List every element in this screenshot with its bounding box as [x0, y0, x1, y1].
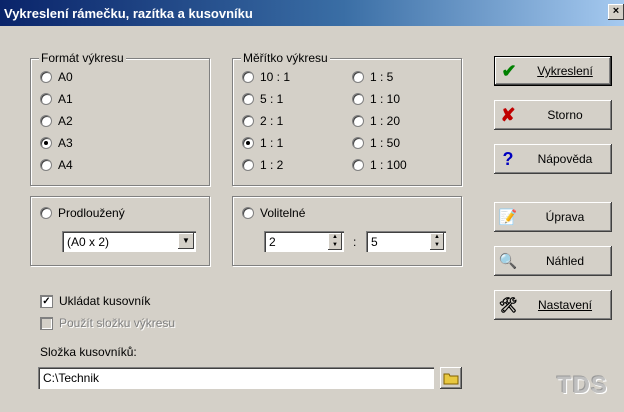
save-bom-checkbox[interactable]: ✓ Ukládat kusovník	[40, 294, 150, 308]
extended-combo[interactable]: (A0 x 2) ▼	[62, 231, 196, 252]
use-folder-checkbox: Použít složku výkresu	[40, 316, 175, 330]
scale-option-button[interactable]	[352, 137, 364, 149]
close-button[interactable]: ×	[608, 4, 624, 20]
scale-option-button[interactable]	[352, 71, 364, 83]
format-option[interactable]: A1	[40, 92, 73, 106]
edit-button[interactable]: 📝 Úprava	[494, 202, 612, 232]
cross-icon: ✘	[500, 104, 516, 125]
format-option-button[interactable]	[40, 159, 52, 171]
extended-radio-label: Prodloužený	[58, 206, 125, 220]
scale-option-button[interactable]	[352, 115, 364, 127]
help-button-label: Nápověda	[537, 152, 593, 166]
settings-button-label: Nastavení	[537, 298, 593, 312]
scale-option-label: 1 : 2	[260, 158, 284, 172]
help-button[interactable]: ? Nápověda	[494, 144, 612, 174]
scale-option-button[interactable]	[242, 93, 254, 105]
scale-option[interactable]: 1 : 10	[352, 92, 400, 106]
format-option-button[interactable]	[40, 93, 52, 105]
window-title: Vykreslení rámečku, razítka a kusovníku	[4, 6, 253, 21]
scale-option-button[interactable]	[352, 159, 364, 171]
use-folder-label: Použít složku výkresu	[59, 316, 176, 330]
scale-option[interactable]: 1 : 5	[352, 70, 393, 84]
format-option[interactable]: A2	[40, 114, 73, 128]
format-option-label: A3	[58, 136, 73, 150]
scale-option-label: 2 : 1	[260, 114, 284, 128]
extended-radio-button[interactable]	[40, 207, 52, 219]
extended-combo-value: (A0 x 2)	[67, 235, 110, 249]
folder-icon	[443, 373, 459, 384]
magnifier-icon: 🔍	[498, 253, 518, 270]
custom-value2-text: 5	[371, 235, 378, 249]
format-option-label: A0	[58, 70, 73, 84]
extended-radio[interactable]: Prodloužený	[40, 206, 125, 220]
scale-option[interactable]: 1 : 50	[352, 136, 400, 150]
scale-option[interactable]: 2 : 1	[242, 114, 283, 128]
scale-option-button[interactable]	[242, 115, 254, 127]
custom-radio-label: Volitelné	[260, 206, 306, 220]
settings-button[interactable]: 🛠 Nastavení	[494, 290, 612, 320]
scale-option-label: 1 : 5	[370, 70, 394, 84]
custom-value1-field[interactable]: 2 ▲ ▼	[264, 231, 344, 252]
custom-value1-text: 2	[269, 235, 276, 249]
scale-option[interactable]: 1 : 2	[242, 158, 283, 172]
scale-option[interactable]: 10 : 1	[242, 70, 290, 84]
format-option-button[interactable]	[40, 71, 52, 83]
edit-button-label: Úprava	[545, 210, 585, 224]
custom-value2-field[interactable]: 5 ▲ ▼	[366, 231, 446, 252]
scale-option-label: 5 : 1	[260, 92, 284, 106]
checkmark-icon: ✔	[501, 60, 517, 81]
browse-folder-button[interactable]	[440, 367, 462, 389]
format-option-label: A4	[58, 158, 73, 172]
format-option[interactable]: A3	[40, 136, 73, 150]
edit-icon: 📝	[498, 209, 518, 226]
format-option-button[interactable]	[40, 115, 52, 127]
format-option-label: A2	[58, 114, 73, 128]
title-bar[interactable]: Vykreslení rámečku, razítka a kusovníku …	[0, 0, 624, 26]
scale-option-label: 1 : 10	[370, 92, 401, 106]
format-option[interactable]: A0	[40, 70, 73, 84]
folder-label: Složka kusovníků:	[40, 345, 137, 359]
format-option-label: A1	[58, 92, 73, 106]
scale-option-label: 1 : 100	[370, 158, 407, 172]
settings-icon: 🛠	[498, 297, 518, 314]
format-option-button[interactable]	[40, 137, 52, 149]
format-option[interactable]: A4	[40, 158, 73, 172]
scale-option-label: 1 : 50	[370, 136, 401, 150]
save-bom-label: Ukládat kusovník	[59, 294, 151, 308]
scale-option-label: 1 : 20	[370, 114, 401, 128]
scale-option-label: 1 : 1	[260, 136, 284, 150]
cancel-button[interactable]: ✘ Storno	[494, 100, 612, 130]
scale-option-label: 10 : 1	[260, 70, 291, 84]
question-icon: ?	[502, 148, 514, 169]
folder-path-field[interactable]: C:\Technik	[38, 367, 434, 389]
preview-button-label: Náhled	[545, 254, 585, 268]
use-folder-check-box	[40, 316, 53, 330]
scale-option[interactable]: 1 : 100	[352, 158, 407, 172]
custom-radio-button[interactable]	[242, 207, 254, 219]
ratio-separator: :	[353, 235, 357, 249]
draw-button-label: Vykreslení	[537, 64, 593, 78]
draw-button[interactable]: ✔ Vykreslení	[494, 56, 612, 86]
cancel-button-label: Storno	[547, 108, 583, 122]
scale-option[interactable]: 1 : 20	[352, 114, 400, 128]
scale-option-button[interactable]	[242, 159, 254, 171]
spinner-icon[interactable]: ▲ ▼	[430, 233, 444, 250]
scale-option[interactable]: 1 : 1	[242, 136, 283, 150]
chevron-down-icon[interactable]: ▼	[178, 233, 194, 249]
scale-option-button[interactable]	[352, 93, 364, 105]
scale-option-button[interactable]	[242, 137, 254, 149]
custom-radio[interactable]: Volitelné	[242, 206, 305, 220]
tds-logo: TDS	[557, 372, 608, 399]
scale-option[interactable]: 5 : 1	[242, 92, 283, 106]
folder-path-text: C:\Technik	[43, 371, 100, 385]
scale-option-button[interactable]	[242, 71, 254, 83]
scale-group-label: Měřítko výkresu	[241, 51, 330, 65]
spinner-icon[interactable]: ▲ ▼	[328, 233, 342, 250]
format-group-label: Formát výkresu	[39, 51, 126, 65]
preview-button[interactable]: 🔍 Náhled	[494, 246, 612, 276]
save-bom-check-box[interactable]: ✓	[40, 294, 53, 308]
